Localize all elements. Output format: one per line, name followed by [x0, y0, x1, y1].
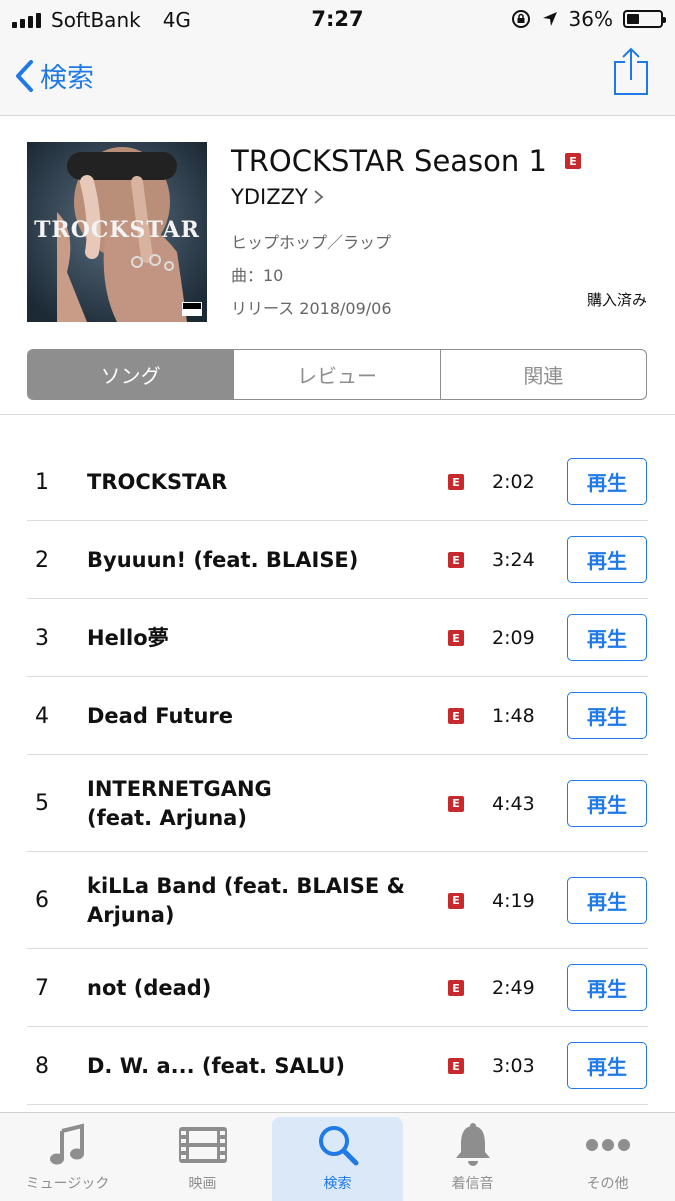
artwork-text: TROCKSTAR [34, 217, 200, 243]
explicit-badge: E [564, 153, 581, 169]
album-artwork: TROCKSTAR [27, 142, 207, 322]
header-divider [0, 414, 675, 415]
rotation-lock-icon [511, 10, 530, 28]
tab-bar: ミュージック 映画 検索 着信音 その他 [0, 1112, 675, 1201]
track-number: 3 [35, 625, 49, 651]
track-row[interactable]: 6 kiLLa Band (feat. BLAISE & Arjuna) E 4… [0, 852, 675, 949]
tab-label: 映画 [188, 1176, 217, 1192]
explicit-badge: E [448, 630, 464, 646]
play-button[interactable]: 再生 [567, 964, 647, 1011]
play-button[interactable]: 再生 [567, 876, 647, 924]
tab-label: 検索 [323, 1176, 352, 1192]
track-title: not (dead) [87, 975, 212, 1000]
battery-icon [623, 10, 666, 28]
tab-movies[interactable]: 映画 [135, 1113, 270, 1201]
track-duration: 1:48 [492, 705, 535, 727]
track-title: Byuuun! (feat. BLAISE) [87, 547, 359, 572]
track-title: TROCKSTAR [87, 469, 228, 494]
status-right: 36% [511, 7, 666, 31]
tab-label: 着信音 [451, 1176, 494, 1192]
battery-fill [627, 14, 639, 24]
album-artwork-image: TROCKSTAR [27, 142, 207, 322]
tab-music[interactable]: ミュージック [0, 1113, 135, 1201]
track-row[interactable]: 4 Dead Future E 1:48 再生 [0, 677, 675, 755]
track-title: Hello夢 [87, 625, 169, 650]
track-duration: 3:03 [492, 1055, 535, 1077]
tab-label: その他 [586, 1176, 629, 1192]
explicit-badge: E [448, 708, 464, 724]
film-icon [178, 1127, 227, 1163]
track-row[interactable]: 5 INTERNETGANG (feat. Arjuna) E 4:43 再生 [0, 755, 675, 852]
album-genre: ヒップホップ／ラップ [231, 233, 392, 252]
track-row[interactable]: 2 Byuuun! (feat. BLAISE) E 3:24 再生 [0, 521, 675, 599]
play-button[interactable]: 再生 [567, 692, 647, 739]
artist-link[interactable]: YDIZZY [231, 185, 326, 209]
track-duration: 2:02 [492, 471, 535, 493]
tab-more[interactable]: その他 [540, 1113, 675, 1201]
track-duration: 2:49 [492, 977, 535, 999]
bell-icon [455, 1123, 490, 1166]
location-icon [542, 12, 557, 26]
track-row[interactable]: 7 not (dead) E 2:49 再生 [0, 949, 675, 1027]
segment-songs[interactable]: ソング [28, 350, 234, 399]
track-duration: 3:24 [492, 549, 535, 571]
track-title: Dead Future [87, 703, 234, 728]
play-button[interactable]: 再生 [567, 614, 647, 661]
tab-search[interactable]: 検索 [270, 1113, 405, 1201]
track-title: D. W. a... (feat. SALU) [87, 1053, 346, 1078]
tab-ringtones[interactable]: 着信音 [405, 1113, 540, 1201]
track-duration: 4:19 [492, 889, 535, 912]
status-bar: SoftBank 4G 7:27 36% [0, 0, 675, 40]
segment-related[interactable]: 関連 [439, 350, 646, 399]
track-number: 4 [35, 703, 49, 729]
track-title: kiLLa Band (feat. BLAISE & Arjuna) [87, 873, 405, 927]
explicit-badge: E [448, 892, 464, 909]
segment-reviews[interactable]: レビュー [233, 350, 439, 399]
music-note-icon [49, 1123, 84, 1165]
play-button[interactable]: 再生 [567, 1042, 647, 1089]
track-row[interactable]: 8 D. W. a... (feat. SALU) E 3:03 再生 [0, 1027, 675, 1105]
share-icon [614, 47, 648, 95]
track-number: 1 [35, 469, 49, 495]
explicit-badge: E [448, 552, 464, 568]
back-label: 検索 [40, 63, 94, 94]
explicit-badge: E [448, 980, 464, 996]
navigation-bar: 検索 [0, 40, 675, 116]
search-icon [318, 1126, 358, 1166]
chevron-left-icon [16, 59, 33, 92]
explicit-badge: E [448, 795, 464, 812]
chevron-right-icon [314, 190, 324, 204]
back-button[interactable]: 検索 [14, 56, 94, 95]
track-row[interactable]: 3 Hello夢 E 2:09 再生 [0, 599, 675, 677]
track-number: 8 [35, 1053, 49, 1079]
battery-percent: 36% [568, 7, 613, 31]
track-number: 6 [35, 888, 49, 913]
track-duration: 2:09 [492, 627, 535, 649]
explicit-badge: E [448, 474, 464, 490]
track-number: 5 [35, 791, 49, 816]
more-icon [585, 1139, 630, 1151]
tab-label: ミュージック [25, 1176, 110, 1192]
album-title-text: TROCKSTAR Season 1 [231, 144, 547, 178]
play-button[interactable]: 再生 [567, 536, 647, 583]
artist-name: YDIZZY [231, 185, 308, 209]
explicit-badge: E [448, 1058, 464, 1074]
segmented-control: ソング レビュー 関連 [27, 349, 647, 400]
album-title: TROCKSTAR Season 1 E [231, 144, 581, 178]
track-list: 1 TROCKSTAR E 2:02 再生 2 Byuuun! (feat. B… [0, 443, 675, 1105]
track-row[interactable]: 1 TROCKSTAR E 2:02 再生 [0, 443, 675, 521]
share-button[interactable] [613, 46, 649, 100]
track-number: 2 [35, 547, 49, 573]
play-button[interactable]: 再生 [567, 458, 647, 505]
play-button[interactable]: 再生 [567, 779, 647, 827]
album-track-count: 曲：10 [231, 266, 284, 285]
track-number: 7 [35, 975, 49, 1001]
album-release-date: リリース 2018/09/06 [231, 299, 392, 318]
purchased-label: 購入済み [586, 291, 647, 309]
track-title: INTERNETGANG (feat. Arjuna) [87, 776, 272, 830]
track-duration: 4:43 [492, 792, 535, 815]
